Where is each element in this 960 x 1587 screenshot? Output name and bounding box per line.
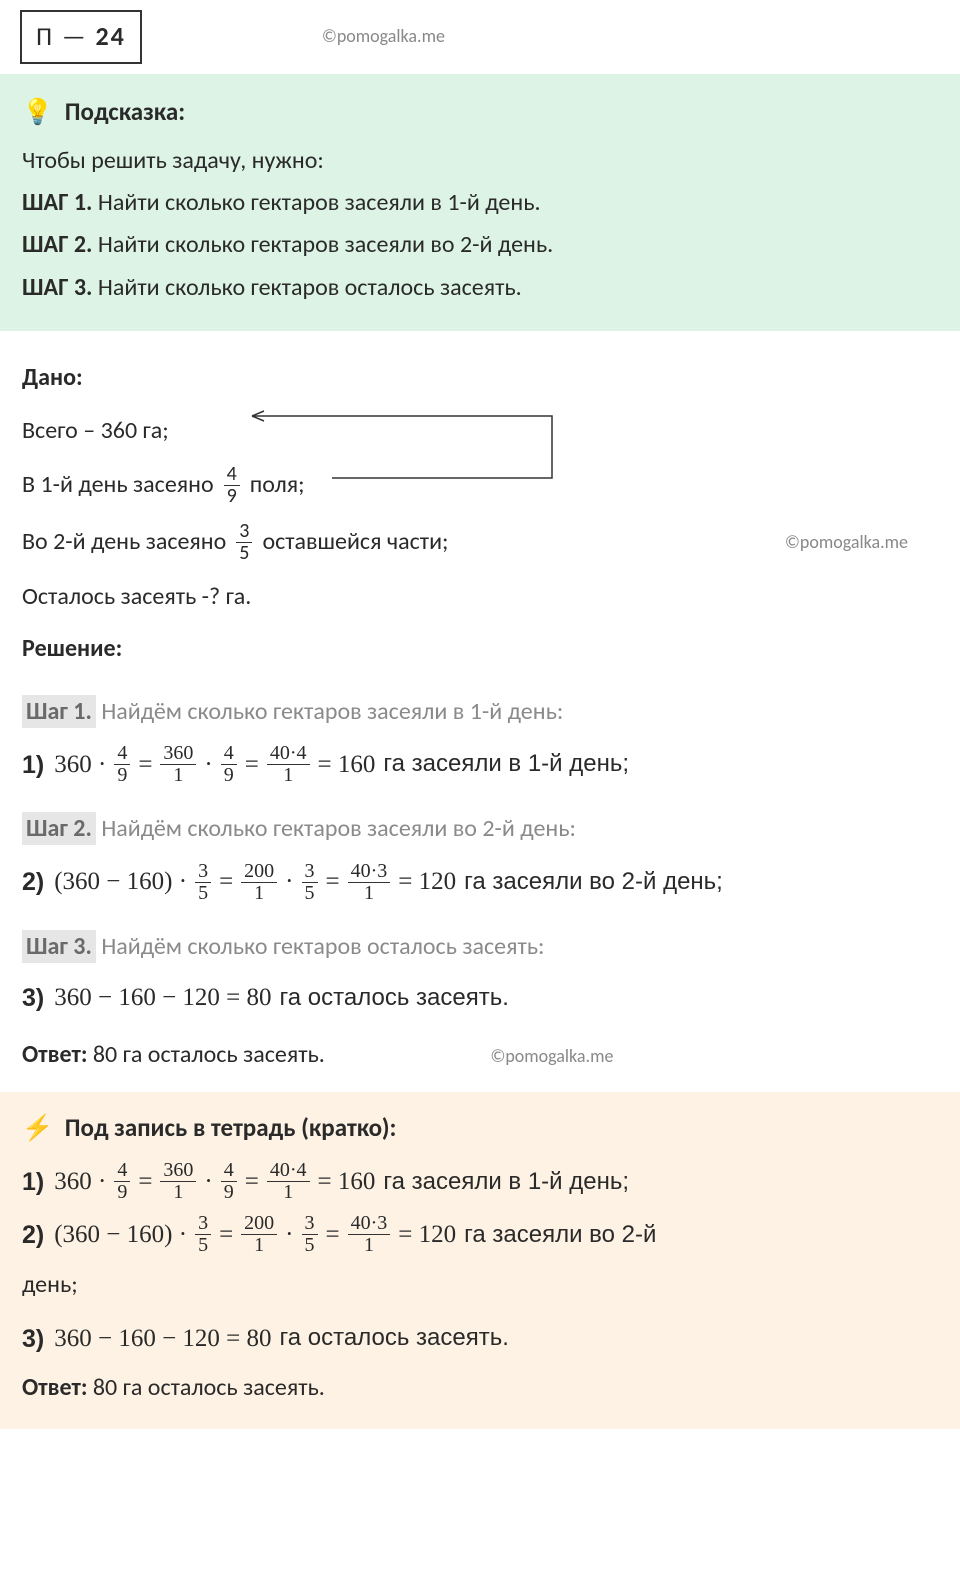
equation-3: 3) 360 − 160 − 120 = 80 га осталось засе…: [22, 978, 938, 1018]
answer-line: Ответ: 80 га осталось засеять. ©pomogalk…: [22, 1036, 938, 1074]
frac-num: 4: [224, 464, 240, 486]
given-day2: Во 2-й день засеяно 3 5 оставшейся части…: [22, 521, 938, 564]
hint-step-3: ШАГ 3. Найти сколько гектаров осталось з…: [22, 269, 938, 307]
given-day2-post: оставшейся части;: [262, 523, 448, 561]
nb-answer-line: Ответ: 80 га осталось засеять.: [22, 1369, 938, 1407]
given-day2-fraction: 3 5: [236, 521, 252, 564]
equation-1: 1) 360 · 49 = 3601 · 49 = 40·41 = 160 га…: [22, 743, 938, 786]
badge-number: 24: [95, 20, 125, 52]
hint-title-row: 💡 Подсказка:: [22, 92, 938, 132]
solution-title: Решение:: [22, 630, 938, 668]
hint-intro: Чтобы решить задачу, нужно:: [22, 142, 938, 180]
hint-step-1: ШАГ 1. Найти сколько гектаров засеяли в …: [22, 184, 938, 222]
given-day1-fraction: 4 9: [224, 464, 240, 507]
eq1-txt: га засеяли в 1-й день;: [383, 745, 629, 783]
hint-step-2-label: ШАГ 2.: [22, 230, 92, 259]
hint-step-2-text: Найти сколько гектаров засеяли во 2-й де…: [98, 230, 553, 259]
eq2-lbl: 2): [22, 862, 44, 902]
eq1-f1: 49: [114, 743, 130, 786]
notebook-title: Под запись в тетрадь (кратко):: [65, 1112, 397, 1143]
eq1-f4: 40·41: [267, 743, 310, 786]
eq2-f3: 35: [302, 861, 318, 904]
eq1-f3: 49: [221, 743, 237, 786]
given-day1-pre: В 1-й день засеяно: [22, 466, 214, 504]
notebook-box: ⚡ Под запись в тетрадь (кратко): 1) 360 …: [0, 1092, 960, 1429]
eq1-lbl: 1): [22, 745, 44, 785]
nb-equation-1: 1) 360 · 49 = 3601 · 49 = 40·41 = 160 га…: [22, 1160, 938, 1203]
step1-desc: Найдём сколько гектаров засеяли в 1-й де…: [101, 697, 563, 726]
header-row: П — 24 ©pomogalka.me: [0, 0, 960, 70]
given-title: Дано:: [22, 359, 938, 397]
nb-equation-2: 2) (360 − 160) · 35 = 2001 · 35 = 40·31 …: [22, 1213, 938, 1256]
watermark-mid: ©pomogalka.me: [785, 528, 908, 557]
hint-step-2: ШАГ 2. Найти сколько гектаров засеяли во…: [22, 226, 938, 264]
badge-prefix: П —: [36, 20, 88, 52]
step2-hl: Шаг 2.: [22, 812, 96, 845]
answer-text: 80 га осталось засеять.: [93, 1040, 325, 1069]
given-block: Всего – 360 га; В 1-й день засеяно 4 9 п…: [22, 412, 938, 617]
given-day1: В 1-й день засеяно 4 9 поля;: [22, 464, 938, 507]
given-day2-pre: Во 2-й день засеяно: [22, 523, 226, 561]
frac-den: 5: [236, 543, 252, 564]
answer-label: Ответ:: [22, 1040, 87, 1069]
step3-desc: Найдём сколько гектаров осталось засеять…: [101, 932, 544, 961]
nb-equation-3: 3) 360 − 160 − 120 = 80 га осталось засе…: [22, 1319, 938, 1359]
solution-step-1: Шаг 1. Найдём сколько гектаров засеяли в…: [22, 693, 938, 731]
eq3-expr: 360 − 160 − 120 = 80: [54, 978, 271, 1018]
nb-answer-label: Ответ:: [22, 1373, 87, 1402]
nb-answer-text: 80 га осталось засеять.: [93, 1373, 325, 1402]
hint-step-1-label: ШАГ 1.: [22, 188, 92, 217]
lightning-icon: ⚡: [22, 1112, 53, 1143]
solution-step-3: Шаг 3. Найдём сколько гектаров осталось …: [22, 928, 938, 966]
watermark-top: ©pomogalka.me: [322, 22, 445, 51]
hint-box: 💡 Подсказка: Чтобы решить задачу, нужно:…: [0, 74, 960, 332]
solution-step-2: Шаг 2. Найдём сколько гектаров засеяли в…: [22, 810, 938, 848]
eq3-lbl: 3): [22, 978, 44, 1018]
eq3-txt: га осталось засеять.: [280, 979, 509, 1017]
nb-eq3-txt: га осталось засеять.: [280, 1319, 509, 1357]
step3-hl: Шаг 3.: [22, 930, 96, 963]
notebook-title-row: ⚡ Под запись в тетрадь (кратко):: [22, 1108, 938, 1148]
nb-eq1-lbl: 1): [22, 1162, 44, 1202]
nb-eq3-lbl: 3): [22, 1319, 44, 1359]
given-day1-post: поля;: [250, 466, 305, 504]
hint-title: Подсказка:: [65, 96, 185, 127]
nb-eq1-txt: га засеяли в 1-й день;: [383, 1163, 629, 1201]
hint-step-1-text: Найти сколько гектаров засеяли в 1-й ден…: [98, 188, 541, 217]
problem-badge: П — 24: [20, 10, 142, 64]
step2-desc: Найдём сколько гектаров засеяли во 2-й д…: [101, 814, 576, 843]
nb-eq2-lbl: 2): [22, 1215, 44, 1255]
content: Дано: Всего – 360 га; В 1-й день засеяно…: [0, 359, 960, 1074]
eq2-a: (360 − 160) ·: [54, 862, 187, 902]
eq2-f1: 35: [195, 861, 211, 904]
eq2-f4: 40·31: [348, 861, 391, 904]
given-total: Всего – 360 га;: [22, 412, 938, 450]
frac-den: 9: [224, 486, 240, 507]
nb-eq2-txt: га засеяли во 2-й: [464, 1216, 656, 1254]
hint-step-3-text: Найти сколько гектаров осталось засеять.: [98, 273, 522, 302]
hint-step-3-label: ШАГ 3.: [22, 273, 92, 302]
watermark-bottom: ©pomogalka.me: [490, 1045, 613, 1067]
eq2-txt: га засеяли во 2-й день;: [464, 863, 723, 901]
given-remain: Осталось засеять -? га.: [22, 578, 938, 616]
nb-eq2-wrap: день;: [22, 1266, 938, 1304]
step1-hl: Шаг 1.: [22, 695, 96, 728]
eq1-f2: 3601: [160, 743, 196, 786]
lightbulb-icon: 💡: [22, 96, 53, 127]
frac-num: 3: [236, 521, 252, 543]
eq1-a: 360 ·: [54, 745, 106, 785]
eq2-f2: 2001: [241, 861, 277, 904]
equation-2: 2) (360 − 160) · 35 = 2001 · 35 = 40·31 …: [22, 861, 938, 904]
